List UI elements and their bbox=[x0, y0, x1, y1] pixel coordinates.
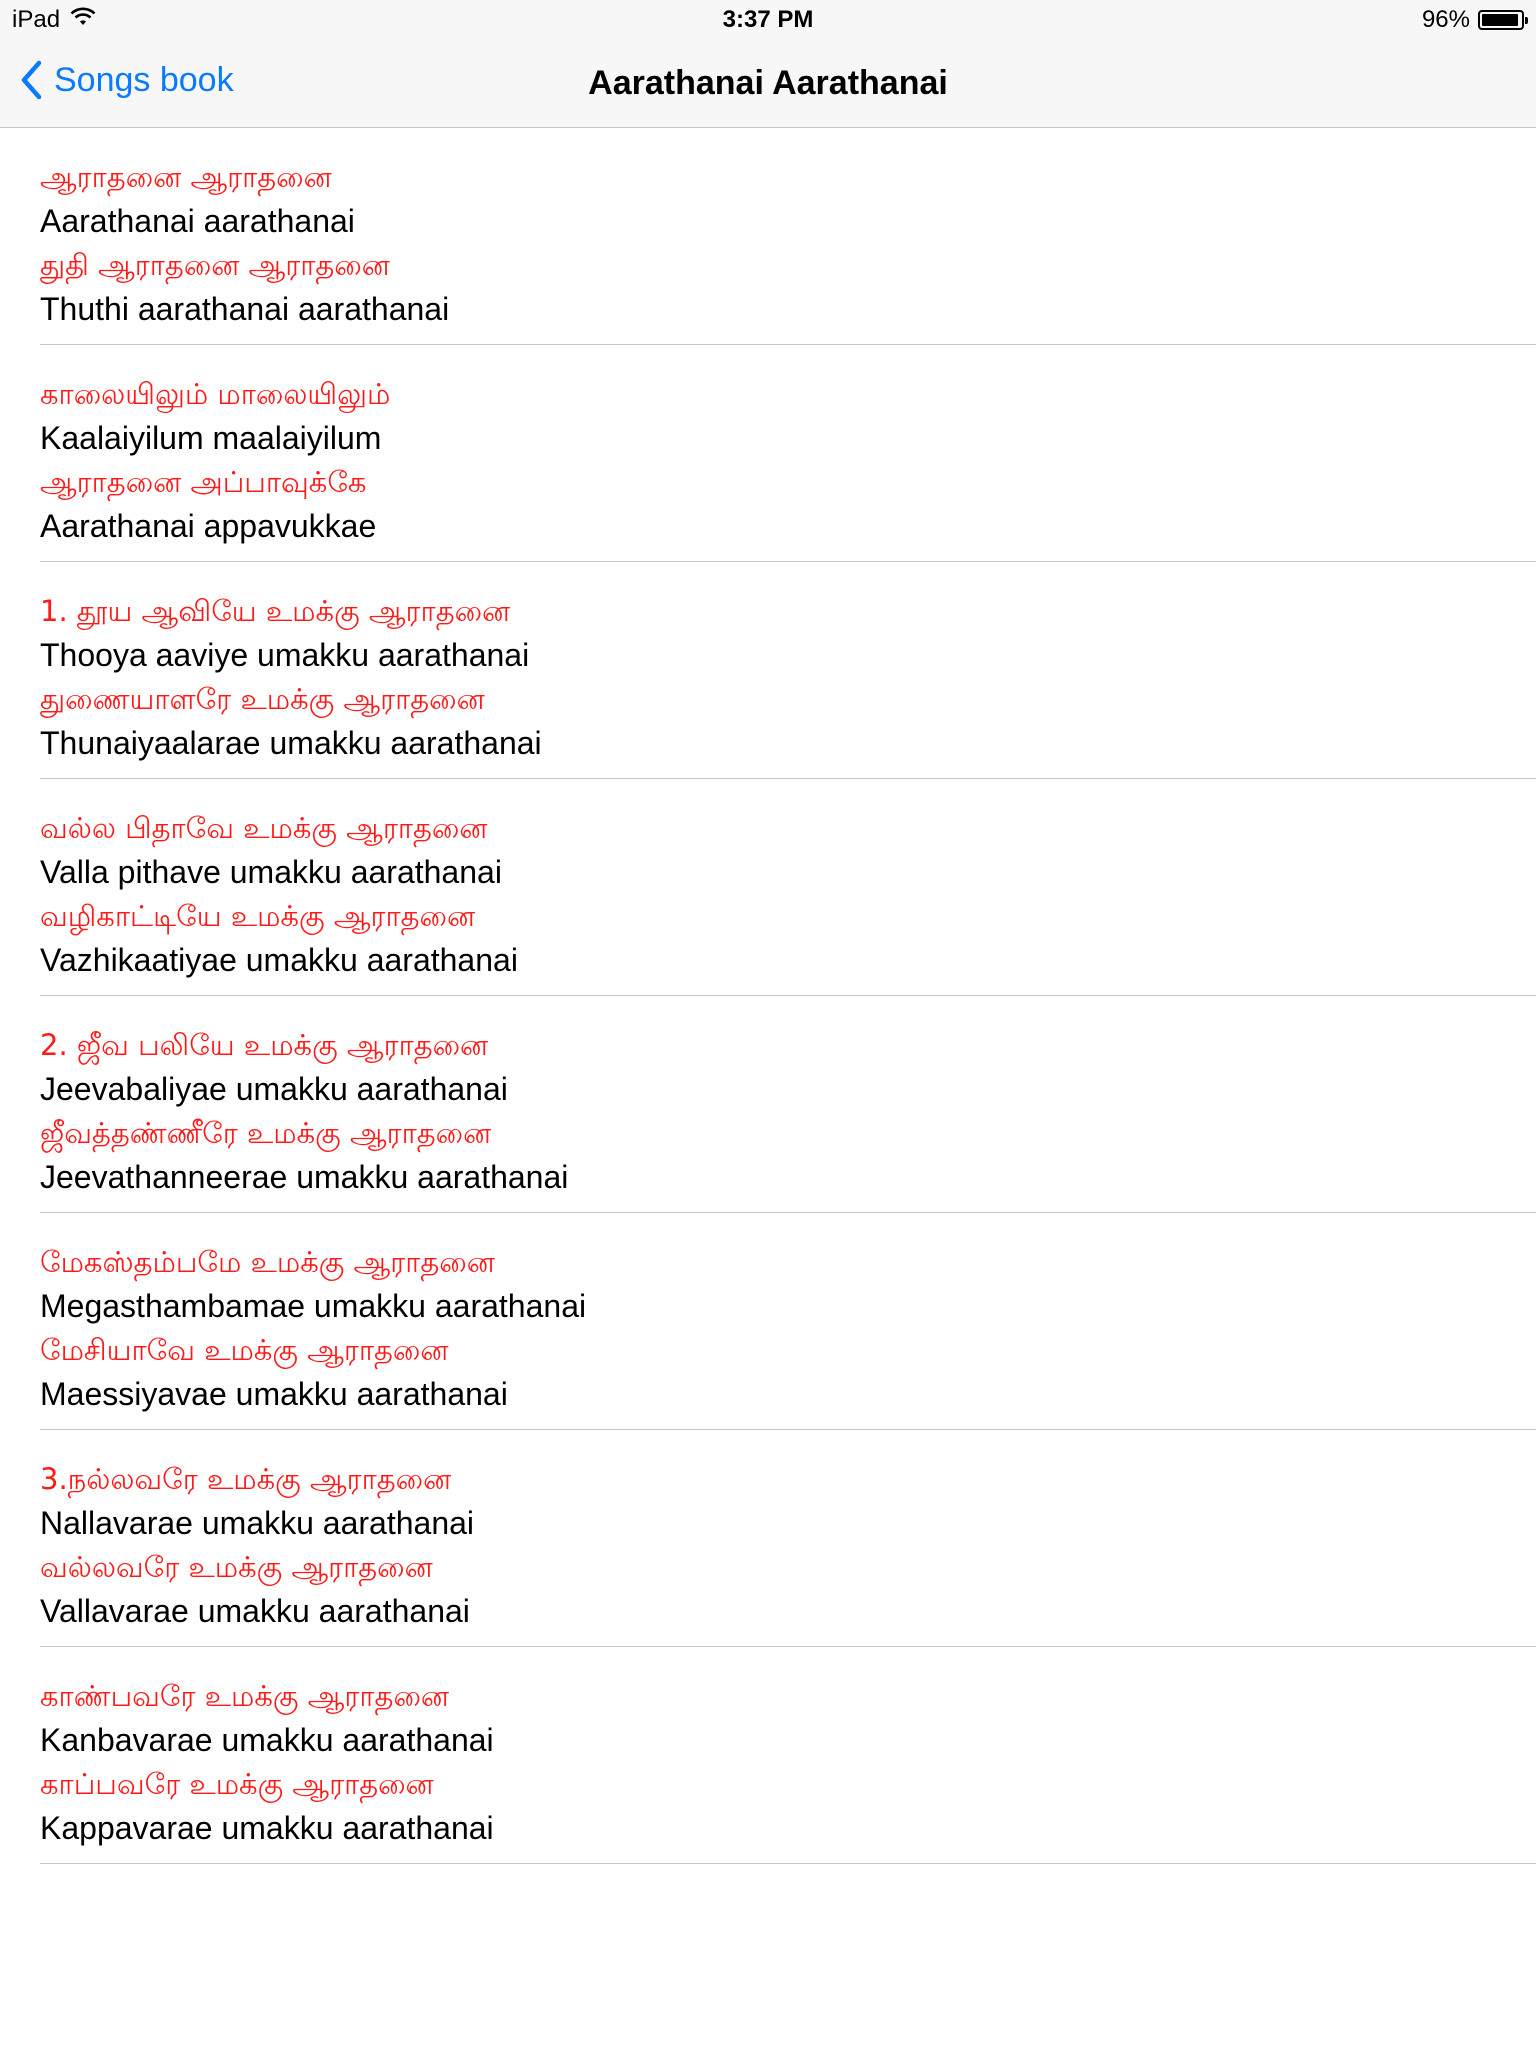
navigation-bar: Songs book Aarathanai Aarathanai bbox=[0, 40, 1536, 128]
english-lyric-line: Jeevabaliyae umakku aarathanai bbox=[40, 1071, 508, 1107]
tamil-lyric-line: மேகஸ்தம்பமே உமக்கு ஆராதனை bbox=[40, 1245, 495, 1279]
verse-item: வல்ல பிதாவே உமக்கு ஆராதனை Valla pithave u… bbox=[40, 779, 1536, 996]
english-lyric-line: Megasthambamae umakku aarathanai bbox=[40, 1288, 587, 1324]
tamil-lyric-line: வல்லவரே உமக்கு ஆராதனை bbox=[40, 1550, 433, 1584]
english-lyric-line: Vazhikaatiyae umakku aarathanai bbox=[40, 942, 518, 978]
status-bar: iPad 3:37 PM 96% bbox=[0, 0, 1536, 40]
verse-item: 1. தூய ஆவியே உமக்கு ஆராதனை Thooya aaviye … bbox=[40, 562, 1536, 779]
tamil-lyric-line: ஆராதனை ஆராதனை bbox=[40, 160, 332, 194]
english-lyric-line: Valla pithave umakku aarathanai bbox=[40, 854, 502, 890]
verse-item: காண்பவரே உமக்கு ஆராதனை Kanbavarae umakku … bbox=[40, 1647, 1536, 1864]
tamil-lyric-line: 2. ஜீவ பலியே உமக்கு ஆராதனை bbox=[40, 1028, 489, 1062]
verse-item: 3.நல்லவரே உமக்கு ஆராதனை Nallavarae umakku… bbox=[40, 1430, 1536, 1647]
verse-item: 2. ஜீவ பலியே உமக்கு ஆராதனை Jeevabaliyae u… bbox=[40, 996, 1536, 1213]
battery-icon bbox=[1478, 10, 1528, 30]
english-lyric-line: Maessiyavae umakku aarathanai bbox=[40, 1376, 508, 1412]
page-title: Aarathanai Aarathanai bbox=[588, 64, 948, 102]
english-lyric-line: Kaalaiyilum maalaiyilum bbox=[40, 420, 382, 456]
tamil-lyric-line: காலையிலும் மாலையிலும் bbox=[40, 377, 391, 411]
english-lyric-line: Nallavarae umakku aarathanai bbox=[40, 1505, 475, 1541]
tamil-lyric-line: வழிகாட்டியே உமக்கு ஆராதனை bbox=[40, 899, 476, 933]
verse-item: ஆராதனை ஆராதனை Aarathanai aarathanai துதி ஆ… bbox=[40, 128, 1536, 345]
tamil-lyric-line: 3.நல்லவரே உமக்கு ஆராதனை bbox=[40, 1462, 452, 1496]
tamil-lyric-line: காப்பவரே உமக்கு ஆராதனை bbox=[40, 1767, 434, 1801]
status-right: 96% bbox=[1421, 6, 1528, 34]
english-lyric-line: Jeevathanneerae umakku aarathanai bbox=[40, 1159, 569, 1195]
english-lyric-line: Thuthi aarathanai aarathanai bbox=[40, 291, 450, 327]
english-lyric-line: Aarathanai aarathanai bbox=[40, 203, 355, 239]
battery-level bbox=[1482, 14, 1519, 26]
tamil-lyric-line: 1. தூய ஆவியே உமக்கு ஆராதனை bbox=[40, 594, 511, 628]
tamil-lyric-line: காண்பவரே உமக்கு ஆராதனை bbox=[40, 1679, 450, 1713]
tamil-lyric-line: துதி ஆராதனை ஆராதனை bbox=[40, 248, 390, 282]
tamil-lyric-line: மேசியாவே உமக்கு ஆராதனை bbox=[40, 1333, 449, 1367]
english-lyric-line: Kanbavarae umakku aarathanai bbox=[40, 1722, 494, 1758]
tamil-lyric-line: ஜீவத்தண்ணீரே உமக்கு ஆராதனை bbox=[40, 1116, 492, 1150]
english-lyric-line: Kappavarae umakku aarathanai bbox=[40, 1810, 494, 1846]
verse-item: காலையிலும் மாலையிலும் Kaalaiyilum maalaiy… bbox=[40, 345, 1536, 562]
english-lyric-line: Aarathanai appavukkae bbox=[40, 508, 377, 544]
english-lyric-line: Vallavarae umakku aarathanai bbox=[40, 1593, 470, 1629]
tamil-lyric-line: துணையாளரே உமக்கு ஆராதனை bbox=[40, 682, 485, 716]
verse-item: மேகஸ்தம்பமே உமக்கு ஆராதனை Megasthambamae … bbox=[40, 1213, 1536, 1430]
english-lyric-line: Thooya aaviye umakku aarathanai bbox=[40, 637, 530, 673]
battery-percent: 96% bbox=[1421, 6, 1470, 33]
english-lyric-line: Thunaiyaalarae umakku aarathanai bbox=[40, 725, 542, 761]
tamil-lyric-line: ஆராதனை அப்பாவுக்கே bbox=[40, 465, 367, 499]
lyrics-list[interactable]: ஆராதனை ஆராதனை Aarathanai aarathanai துதி ஆ… bbox=[0, 128, 1536, 1864]
status-time: 3:37 PM bbox=[722, 6, 814, 33]
tamil-lyric-line: வல்ல பிதாவே உமக்கு ஆராதனை bbox=[40, 811, 488, 845]
